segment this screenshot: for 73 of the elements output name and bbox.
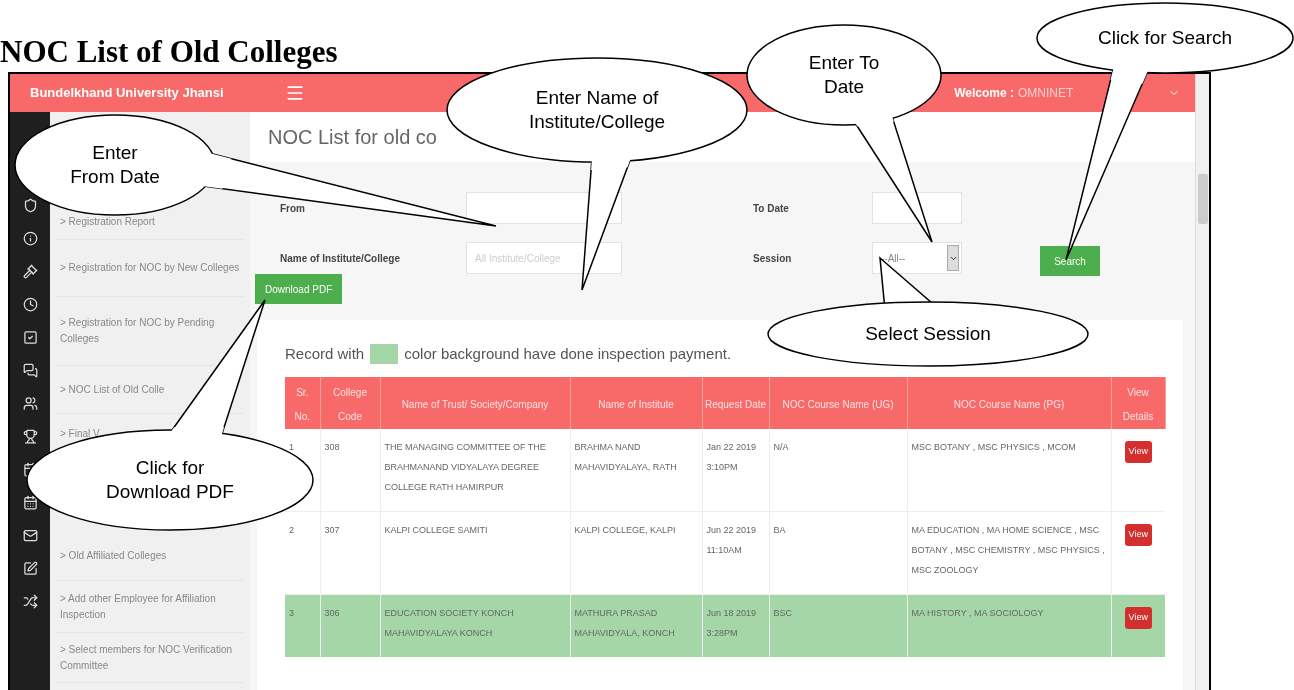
table-cell: KALPI COLLEGE, KALPI (570, 511, 702, 595)
table-cell: Jan 22 2019 3:10PM (702, 429, 769, 512)
shield-icon[interactable] (22, 198, 38, 213)
view-button[interactable]: View (1124, 440, 1152, 463)
table-cell: 2 (285, 511, 320, 595)
user-name: OMNINET (1018, 85, 1075, 102)
column-header: Request Date (704, 399, 767, 410)
checkbox-icon[interactable] (22, 330, 38, 345)
sidebar-link[interactable]: > Registration for NOC by Pending Colleges (60, 315, 240, 347)
trophy-icon[interactable] (22, 429, 38, 444)
column-header: Sr. No. (294, 387, 311, 422)
table-cell: 3 (285, 594, 320, 657)
column-header: College Code (333, 387, 367, 422)
callout-text: Click for Search (1097, 26, 1233, 50)
info-icon[interactable] (22, 231, 38, 246)
page-title: NOC List for old co (268, 125, 437, 150)
sidebar-link[interactable]: > Registration for NOC by New Colleges (60, 260, 240, 276)
table-cell: MA EDUCATION , MA HOME SCIENCE , MSC BOTANY , MSC CHEMISTRY , MSC PHYSICS , MSC ZOOLOGY (907, 511, 1111, 595)
brand-name: Bundelkhand University Jhansi (30, 84, 225, 103)
calendar-icon[interactable] (22, 495, 38, 510)
sidebar-link[interactable]: > Registration Report (60, 214, 155, 230)
sidebar-link[interactable]: > NOC List of Old Colle (60, 381, 165, 398)
legend-swatch (370, 344, 399, 364)
table-cell: BRAHMA NAND MAHAVIDYALAYA, RATH (570, 429, 702, 512)
search-button[interactable]: Search (1040, 246, 1100, 276)
shuffle-icon[interactable] (22, 594, 38, 609)
chat-icon[interactable] (22, 363, 38, 378)
callout-text: Enter To Date (808, 51, 880, 99)
table-cell: BSC (769, 594, 907, 657)
scrollbar[interactable] (1195, 74, 1209, 690)
table-cell: 306 (320, 594, 380, 657)
callout-text: Select Session (865, 322, 991, 346)
edit-icon[interactable] (22, 561, 38, 576)
gavel-icon[interactable] (22, 264, 38, 279)
menu-icon[interactable] (285, 83, 305, 103)
table-cell: BA (769, 511, 907, 595)
session-dropdown[interactable]: --All-- (872, 242, 962, 274)
view-button[interactable]: View (1124, 523, 1152, 546)
envelope-icon[interactable] (22, 528, 38, 543)
field-label: Session (753, 251, 793, 266)
callout-text: Enter Name of Institute/College (528, 86, 666, 134)
sidebar-link[interactable]: > Select members for NOC Verification Committee (60, 641, 240, 674)
table-cell: MSC BOTANY , MSC PHYSICS , MCOM (907, 429, 1111, 512)
document-title: NOC List of Old Colleges (0, 36, 338, 67)
column-header: Name of Institute (598, 399, 674, 410)
callout-text: Click for Download PDF (106, 456, 234, 504)
table-cell: N/A (769, 429, 907, 512)
table-cell: THE MANAGING COMMITTEE OF THE BRAHMANAND VIDYALAYA DEGREE COLLEGE RATH HAMIRPUR (380, 429, 570, 512)
field-label: To Date (753, 201, 790, 216)
clock-icon[interactable] (22, 297, 38, 312)
table-cell: Jun 22 2019 11:10AM (702, 511, 769, 595)
table-cell: MA HISTORY , MA SOCIOLOGY (907, 594, 1111, 657)
column-header: NOC Course Name (PG) (953, 399, 1065, 410)
column-header: View Details (1122, 387, 1154, 422)
legend-text: color background have done inspection payment. (404, 343, 732, 364)
field-label: From (280, 201, 305, 216)
users-icon[interactable] (22, 396, 38, 411)
sidebar-link[interactable]: > Old Affiliated Colleges (60, 548, 167, 564)
column-header: NOC Course Name (UG) (782, 399, 894, 410)
download-pdf-button[interactable]: Download PDF (255, 274, 343, 304)
table-cell: Jun 18 2019 3:28PM (702, 594, 769, 657)
callout-text: Enter From Date (70, 141, 160, 189)
sidebar-link[interactable]: > Add other Employee for Affiliation Inspection (60, 590, 240, 623)
table-cell: EDUCATION SOCIETY KONCH MAHAVIDYALAYA KONCH (380, 594, 570, 657)
table-cell: 308 (320, 429, 380, 512)
view-button[interactable]: View (1124, 606, 1152, 629)
welcome-label: Welcome : (954, 85, 1014, 102)
column-header: Name of Trust/ Society/Company (401, 399, 549, 410)
table-cell: MATHURA PRASAD MAHAVIDYALA, KONCH (570, 594, 702, 657)
table-cell: 307 (320, 511, 380, 595)
legend-text: Record with (285, 343, 365, 364)
table-cell: KALPI COLLEGE SAMITI (380, 511, 570, 595)
field-label: Name of Institute/College (280, 251, 400, 266)
